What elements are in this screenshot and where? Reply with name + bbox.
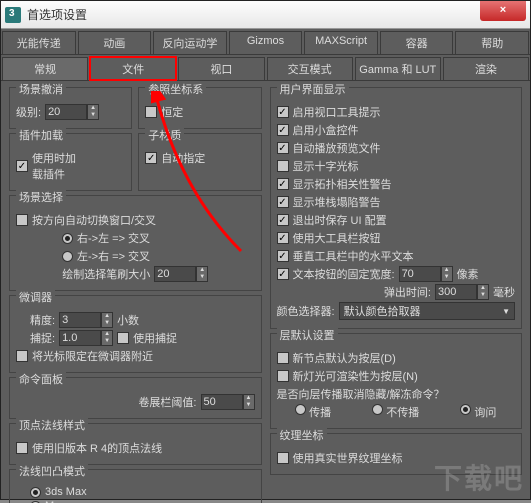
close-button[interactable]: × [480, 1, 526, 21]
tab-gamma[interactable]: Gamma 和 LUT [355, 57, 441, 80]
rollup-spinner[interactable]: ▲▼ [201, 394, 255, 410]
rl-cross-radio[interactable] [62, 233, 73, 244]
auto-switch-check[interactable] [16, 214, 28, 226]
tab-files[interactable]: 文件 [90, 57, 176, 80]
ui-chk-1[interactable] [277, 124, 289, 136]
legacy-normals-check[interactable] [16, 442, 28, 454]
right-column: 用户界面显示 启用视口工具提示 启用小盒控件 自动播放预览文件 显示十字光标 显… [270, 87, 523, 497]
ui-chk-4[interactable] [277, 178, 289, 190]
undo-level-label: 级别: [16, 104, 41, 120]
group-vnorm: 顶点法线样式 [16, 417, 88, 433]
layer-chk-1[interactable] [277, 352, 289, 364]
noprop-radio[interactable] [372, 404, 383, 415]
group-scene-undo: 场景撤消 [16, 81, 66, 97]
group-spinner: 微调器 [16, 289, 55, 305]
tab-render[interactable]: 渲染 [443, 57, 529, 80]
ui-chk-2[interactable] [277, 142, 289, 154]
tab-ik[interactable]: 反向运动学 [153, 31, 227, 54]
tab-general[interactable]: 常规 [2, 57, 88, 80]
auto-assign-check[interactable] [145, 152, 157, 164]
prop-radio[interactable] [295, 404, 306, 415]
nb-3dsmax-radio[interactable] [30, 487, 41, 498]
text-width-spinner[interactable]: ▲▼ [399, 266, 453, 282]
undo-level-spinner[interactable]: ▲▼ [45, 104, 99, 120]
snap-spinner[interactable]: ▲▼ [59, 330, 113, 346]
group-ref-coord: 参照坐标系 [145, 81, 206, 97]
lr-cross-radio[interactable] [62, 251, 73, 262]
use-snap-check[interactable] [117, 332, 129, 344]
ui-chk-3[interactable] [277, 160, 289, 172]
wrap-cursor-check[interactable] [16, 350, 28, 362]
group-layer: 层默认设置 [277, 327, 338, 343]
group-scene-sel: 场景选择 [16, 189, 66, 205]
tab-interaction[interactable]: 交互模式 [267, 57, 353, 80]
tab-row-1: 光能传递 动画 反向运动学 Gizmos MAXScript 容器 帮助 [1, 29, 530, 55]
brush-size-spinner[interactable]: ▲▼ [154, 266, 208, 282]
group-normal-bump: 法线凹凸模式 [16, 463, 88, 479]
tab-animation[interactable]: 动画 [78, 31, 152, 54]
group-plugin: 插件加载 [16, 127, 66, 143]
app-icon [5, 7, 21, 23]
tab-maxscript[interactable]: MAXScript [304, 31, 378, 54]
color-picker-dropdown[interactable]: 默认颜色拾取器▼ [339, 302, 515, 320]
ui-chk-6[interactable] [277, 214, 289, 226]
group-texture: 纹理坐标 [277, 427, 327, 443]
precision-spinner[interactable]: ▲▼ [59, 312, 113, 328]
ui-chk-9[interactable] [277, 268, 289, 280]
ui-chk-5[interactable] [277, 196, 289, 208]
left-column: 场景撤消 级别: ▲▼ 参照坐标系 恒定 插件加载 使用时加 载插件 [9, 87, 262, 497]
lock-coord-check[interactable] [145, 106, 157, 118]
ui-chk-7[interactable] [277, 232, 289, 244]
ui-chk-0[interactable] [277, 106, 289, 118]
tab-containers[interactable]: 容器 [380, 31, 454, 54]
tab-radiosity[interactable]: 光能传递 [2, 31, 76, 54]
group-ui-display: 用户界面显示 [277, 81, 349, 97]
tab-row-2: 常规 文件 视口 交互模式 Gamma 和 LUT 渲染 [1, 55, 530, 81]
group-cmd-panel: 命令面板 [16, 371, 66, 387]
ask-radio[interactable] [460, 404, 471, 415]
window-title: 首选项设置 [27, 6, 480, 23]
load-on-use-check[interactable] [16, 160, 28, 172]
tab-help[interactable]: 帮助 [455, 31, 529, 54]
ui-chk-8[interactable] [277, 250, 289, 262]
flyout-spinner[interactable]: ▲▼ [435, 284, 489, 300]
group-submat: 子材质 [145, 127, 184, 143]
layer-chk-2[interactable] [277, 370, 289, 382]
tab-viewports[interactable]: 视口 [178, 57, 264, 80]
real-world-check[interactable] [277, 452, 289, 464]
tab-gizmos[interactable]: Gizmos [229, 31, 303, 54]
